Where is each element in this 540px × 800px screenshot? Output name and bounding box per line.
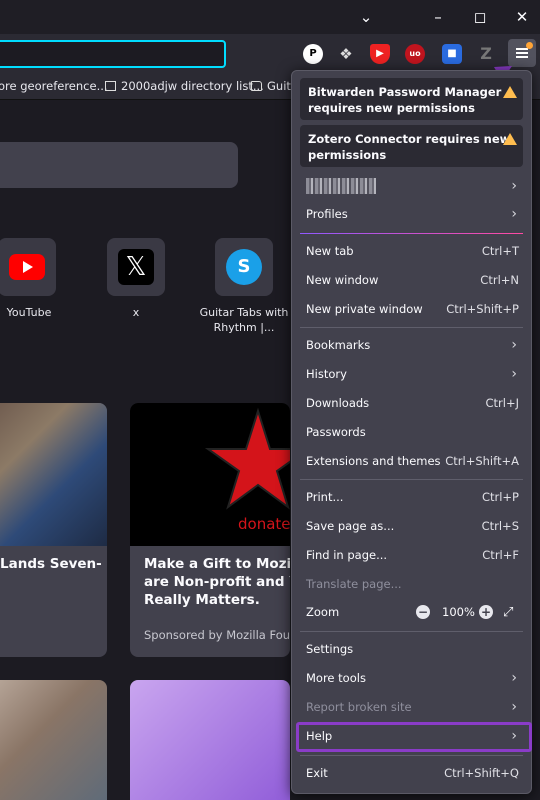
- app-menu-panel: Bitwarden Password Manager requires new …: [291, 70, 532, 794]
- zoom-row: Zoom − 100% + ⤢: [292, 598, 531, 627]
- new-window-item[interactable]: New window Ctrl+N: [292, 266, 531, 295]
- report-broken-site-item: Report broken site ›: [292, 693, 531, 722]
- new-tab-item[interactable]: New tab Ctrl+T: [292, 237, 531, 266]
- bitwarden-permission-notice[interactable]: Bitwarden Password Manager requires new …: [300, 78, 523, 120]
- warning-icon: [503, 133, 517, 145]
- chevron-right-icon: ›: [511, 337, 517, 353]
- chevron-right-icon: ›: [511, 366, 517, 382]
- translate-page-item: Translate page...: [306, 577, 402, 591]
- new-private-window-item[interactable]: New private window Ctrl+Shift+P: [292, 295, 531, 324]
- warning-icon: [503, 86, 517, 98]
- chevron-right-icon: ›: [511, 206, 517, 222]
- separator: [300, 233, 523, 234]
- zoom-level[interactable]: 100%: [442, 598, 475, 627]
- exit-item[interactable]: Exit Ctrl+Shift+Q: [292, 759, 531, 788]
- chevron-right-icon: ›: [511, 699, 517, 715]
- print-item[interactable]: Print... Ctrl+P: [292, 483, 531, 512]
- chevron-right-icon: ›: [511, 670, 517, 686]
- downloads-item[interactable]: Downloads Ctrl+J: [292, 389, 531, 418]
- separator: [300, 755, 523, 756]
- zotero-permission-notice[interactable]: Zotero Connector requires new permission…: [300, 125, 523, 167]
- separator: [300, 631, 523, 632]
- extensions-themes-item[interactable]: Extensions and themes Ctrl+Shift+A: [292, 447, 531, 476]
- account-name-blurred: [306, 178, 376, 194]
- find-in-page-item[interactable]: Find in page... Ctrl+F: [292, 541, 531, 570]
- separator: [300, 327, 523, 328]
- chevron-right-icon: ›: [511, 178, 517, 194]
- bookmarks-item[interactable]: Bookmarks ›: [292, 331, 531, 360]
- fullscreen-icon[interactable]: ⤢: [503, 598, 513, 627]
- profiles-item[interactable]: Profiles ›: [292, 200, 531, 229]
- more-tools-item[interactable]: More tools ›: [292, 664, 531, 693]
- zoom-in-button[interactable]: +: [479, 605, 493, 619]
- save-page-item[interactable]: Save page as... Ctrl+S: [292, 512, 531, 541]
- passwords-item[interactable]: Passwords: [292, 418, 531, 447]
- zoom-out-button[interactable]: −: [416, 605, 430, 619]
- settings-item[interactable]: Settings: [292, 635, 531, 664]
- help-highlight-box: [296, 722, 532, 752]
- separator: [300, 479, 523, 480]
- history-item[interactable]: History ›: [292, 360, 531, 389]
